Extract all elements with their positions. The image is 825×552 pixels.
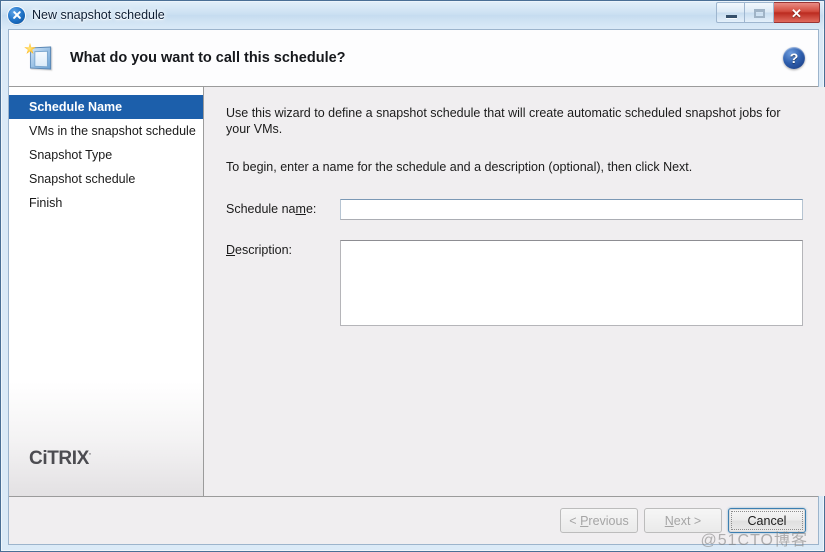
description-row: Description: bbox=[226, 240, 803, 326]
citrix-wordmark: CiTRIX bbox=[29, 448, 89, 469]
next-button[interactable]: Next > bbox=[644, 508, 722, 533]
citrix-trademark: · bbox=[88, 449, 92, 459]
maximize-icon bbox=[754, 9, 765, 18]
schedule-name-row: Schedule name: bbox=[226, 199, 803, 220]
screen-shape bbox=[29, 46, 52, 70]
next-accel: N bbox=[664, 513, 674, 528]
schedule-name-input[interactable] bbox=[340, 199, 803, 220]
maximize-button[interactable] bbox=[745, 2, 774, 23]
new-snapshot-schedule-dialog: New snapshot schedule ✕ What do you want… bbox=[0, 0, 825, 552]
sidebar-item-schedule-name[interactable]: Schedule Name bbox=[9, 95, 203, 119]
minimize-button[interactable] bbox=[716, 2, 745, 23]
description-textarea[interactable] bbox=[340, 240, 803, 326]
close-icon: ✕ bbox=[791, 6, 802, 21]
wizard-footer: < Previous Next > Cancel @51CTO博客 bbox=[9, 496, 818, 549]
new-snapshot-schedule-icon bbox=[24, 43, 56, 73]
previous-prefix: < bbox=[569, 513, 581, 528]
schedule-name-label-tail: e: bbox=[305, 202, 317, 216]
desktop-background: General Memory Storage Networking Consol… bbox=[0, 0, 825, 552]
schedule-name-accel: m bbox=[295, 202, 306, 216]
wizard-body: Schedule Name VMs in the snapshot schedu… bbox=[9, 87, 825, 496]
description-label: Description: bbox=[226, 240, 340, 257]
citrix-logo: CiTRIX· bbox=[29, 448, 92, 470]
title-bar[interactable]: New snapshot schedule ✕ bbox=[1, 1, 824, 29]
snapshot-x-icon bbox=[8, 6, 25, 24]
wizard-main-pane: Use this wizard to define a snapshot sch… bbox=[204, 87, 825, 496]
description-accel: D bbox=[226, 243, 236, 257]
description-label-text: escription: bbox=[235, 243, 293, 257]
schedule-name-label-text: Schedule na bbox=[226, 202, 296, 216]
wizard-step-sidebar: Schedule Name VMs in the snapshot schedu… bbox=[9, 87, 204, 496]
schedule-name-label: Schedule name: bbox=[226, 199, 340, 216]
previous-label: revious bbox=[588, 513, 629, 528]
window-controls: ✕ bbox=[716, 2, 820, 23]
intro-paragraph-2: To begin, enter a name for the schedule … bbox=[226, 160, 693, 174]
sidebar-item-vms-in-schedule[interactable]: VMs in the snapshot schedule bbox=[9, 119, 203, 143]
window-title: New snapshot schedule bbox=[32, 8, 165, 22]
sidebar-item-snapshot-schedule[interactable]: Snapshot schedule bbox=[9, 167, 203, 191]
next-label: ext > bbox=[673, 513, 702, 528]
sidebar-item-finish[interactable]: Finish bbox=[9, 191, 203, 215]
dialog-client-area: What do you want to call this schedule? … bbox=[8, 29, 825, 549]
page-title: What do you want to call this schedule? bbox=[70, 50, 346, 66]
wizard-header: What do you want to call this schedule? … bbox=[9, 30, 818, 87]
minimize-icon bbox=[726, 15, 737, 18]
help-glyph: ? bbox=[789, 50, 799, 66]
close-button[interactable]: ✕ bbox=[774, 2, 820, 23]
cancel-button[interactable]: Cancel bbox=[728, 508, 806, 533]
intro-paragraph-1: Use this wizard to define a snapshot sch… bbox=[226, 106, 781, 136]
previous-button[interactable]: < Previous bbox=[560, 508, 638, 533]
sidebar-item-snapshot-type[interactable]: Snapshot Type bbox=[9, 143, 203, 167]
help-icon[interactable]: ? bbox=[783, 47, 805, 69]
